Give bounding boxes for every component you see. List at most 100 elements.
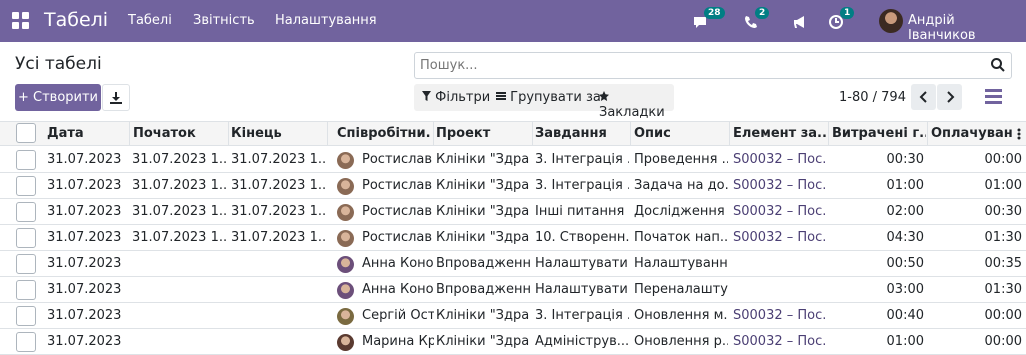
cell-project: Клініки "Здра... [436, 178, 530, 193]
app-title: Табелі [44, 9, 109, 31]
table-header: Дата Початок Кінець Співробітни... Проек… [0, 121, 1026, 146]
pager-next-button[interactable] [937, 84, 962, 110]
column-divider[interactable] [630, 122, 631, 145]
row-checkbox[interactable] [16, 202, 36, 222]
select-all-checkbox[interactable] [16, 123, 36, 143]
group-by-toggle[interactable]: Групувати за [496, 90, 601, 105]
employee-avatar [337, 204, 354, 221]
column-header-end[interactable]: Кінець [231, 126, 324, 141]
activity-button[interactable]: 1 [828, 7, 855, 32]
row-checkbox[interactable] [16, 176, 36, 196]
user-avatar[interactable] [879, 9, 903, 33]
menu-timesheets[interactable]: Табелі [128, 13, 172, 28]
cell-billable: 00:00 [984, 334, 1022, 349]
filters-toggle[interactable]: Фільтри [422, 90, 490, 105]
cell-task: Адмініструв... [535, 334, 629, 349]
table-row[interactable]: 31.07.2023 Анна КонотоВпровадженн... Налаш… [0, 277, 1026, 303]
cell-billable: 00:35 [984, 256, 1022, 271]
cell-billable: 01:30 [984, 282, 1022, 297]
column-divider[interactable] [433, 122, 434, 145]
column-divider[interactable] [327, 122, 328, 145]
download-button[interactable] [102, 84, 130, 111]
cell-date: 31.07.2023 [47, 178, 122, 193]
column-header-employee[interactable]: Співробітни... [337, 126, 431, 141]
employee-avatar [337, 334, 354, 351]
row-checkbox[interactable] [16, 280, 36, 300]
list-view-icon[interactable] [985, 89, 1002, 104]
cell-end: 31.07.2023 1... [231, 178, 325, 193]
table-row[interactable]: 31.07.2023 Марина КраКлініки "Здра... Адмі… [0, 329, 1026, 355]
cell-employee: Марина Кра [362, 334, 434, 349]
cell-sale-item[interactable]: S00032 – Пос... [733, 230, 827, 245]
pager-previous-button[interactable] [911, 84, 936, 110]
cell-sale-item[interactable]: S00032 – Пос... [733, 308, 827, 323]
column-header-project[interactable]: Проект [436, 126, 530, 141]
row-checkbox[interactable] [16, 150, 36, 170]
cell-sale-item[interactable]: S00032 – Пос... [733, 152, 827, 167]
star-icon [599, 91, 609, 101]
column-header-description[interactable]: Опис [634, 126, 728, 141]
column-header-date[interactable]: Дата [47, 126, 125, 141]
table-row[interactable]: 31.07.2023 31.07.2023 1... 31.07.2023 1...… [0, 147, 1026, 173]
column-divider[interactable] [927, 122, 928, 145]
column-divider[interactable] [129, 122, 130, 145]
cell-task: 10. Створенн... [535, 230, 629, 245]
top-navbar: Табелі Табелі Звітність Налаштування 28 … [0, 0, 1026, 43]
table-row[interactable]: 31.07.2023 Сергій ОстаКлініки "Здра... 3. … [0, 303, 1026, 329]
column-divider[interactable] [828, 122, 829, 145]
search-input[interactable] [415, 53, 975, 78]
cell-description: Оновлення р... [634, 334, 728, 349]
table-row[interactable]: 31.07.2023 31.07.2023 1... 31.07.2023 1...… [0, 225, 1026, 251]
table-row[interactable]: 31.07.2023 31.07.2023 1... 31.07.2023 1...… [0, 173, 1026, 199]
column-header-start[interactable]: Початок [133, 126, 226, 141]
row-checkbox[interactable] [16, 332, 36, 352]
layers-icon [496, 92, 506, 100]
apps-grid-icon[interactable] [12, 12, 30, 30]
calls-button[interactable]: 2 [743, 7, 770, 32]
activity-badge: 1 [840, 7, 855, 19]
cell-date: 31.07.2023 [47, 282, 122, 297]
column-divider[interactable] [532, 122, 533, 145]
cell-time-spent: 00:40 [886, 308, 924, 323]
cell-task: Інші питання [535, 204, 625, 219]
search-icon[interactable] [990, 57, 1006, 73]
search-box[interactable] [414, 52, 1012, 79]
table-row[interactable]: 31.07.2023 31.07.2023 1... 31.07.2023 1...… [0, 199, 1026, 225]
chat-button[interactable]: 28 [692, 7, 725, 32]
cell-sale-item[interactable]: S00032 – Пос... [733, 204, 827, 219]
employee-avatar [337, 230, 354, 247]
column-header-billable[interactable]: Оплачуван... [931, 126, 1013, 141]
user-name[interactable]: Андрій Іванчиков [908, 13, 1026, 43]
column-header-task[interactable]: Завдання [535, 126, 629, 141]
table-row[interactable]: 31.07.2023 Анна КонотоВпровадженн... Налаш… [0, 251, 1026, 277]
row-checkbox[interactable] [16, 228, 36, 248]
cell-sale-item[interactable]: S00032 – Пос... [733, 178, 827, 193]
announcement-button[interactable] [792, 10, 814, 32]
cell-description: Проведення ... [634, 152, 728, 167]
cell-employee: Ростислав Ц [362, 230, 434, 245]
cell-time-spent: 04:30 [886, 230, 924, 245]
menu-configuration[interactable]: Налаштування [275, 13, 377, 28]
employee-avatar [337, 308, 354, 325]
favorites-toggle[interactable]: Закладки [599, 90, 674, 120]
cell-task: 3. Інтеграція ... [535, 152, 629, 167]
cell-date: 31.07.2023 [47, 308, 122, 323]
row-checkbox[interactable] [16, 306, 36, 326]
create-button[interactable]: + Створити [15, 84, 101, 111]
column-divider[interactable] [729, 122, 730, 145]
cell-date: 31.07.2023 [47, 230, 122, 245]
column-header-time-spent[interactable]: Витрачені г... [832, 126, 926, 141]
pager-value[interactable]: 1-80 / 794 [839, 90, 906, 105]
menu-reporting[interactable]: Звітність [193, 13, 255, 28]
cell-project: Клініки "Здра... [436, 334, 530, 349]
cell-end: 31.07.2023 1... [231, 230, 325, 245]
cell-project: Клініки "Здра... [436, 308, 530, 323]
column-divider[interactable] [228, 122, 229, 145]
employee-avatar [337, 152, 354, 169]
column-header-sale-item[interactable]: Елемент за... [733, 126, 827, 141]
cell-sale-item[interactable]: S00032 – Пос... [733, 334, 827, 349]
optional-columns-icon[interactable] [1017, 128, 1021, 140]
cell-time-spent: 00:50 [886, 256, 924, 271]
row-checkbox[interactable] [16, 254, 36, 274]
cell-billable: 00:30 [984, 204, 1022, 219]
